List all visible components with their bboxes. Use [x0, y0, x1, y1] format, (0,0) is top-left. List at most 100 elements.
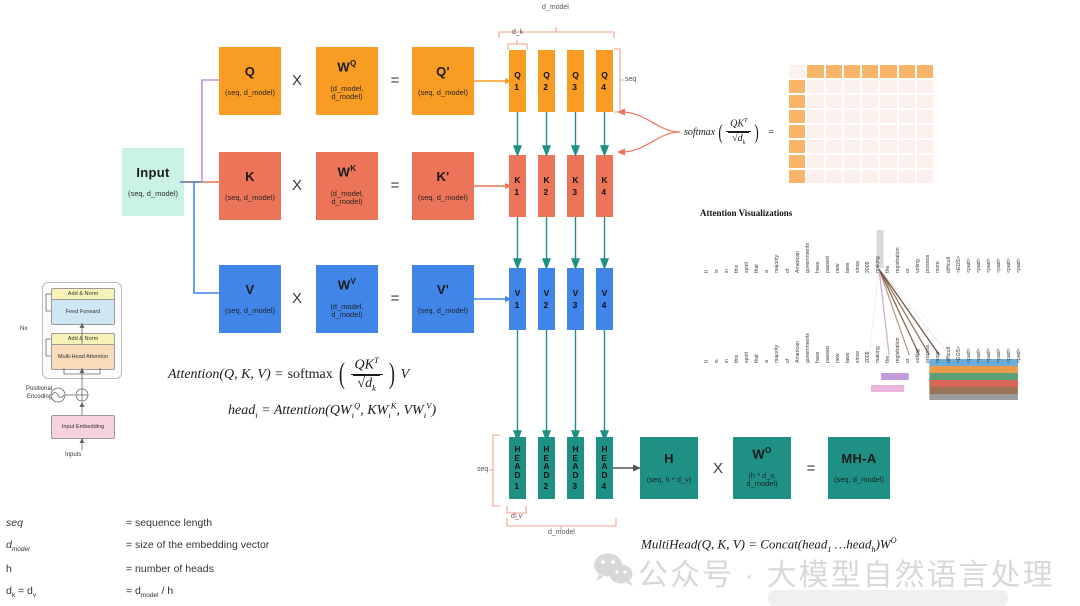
heatmap-cell — [897, 139, 916, 154]
attention-open-paren: ( — [338, 358, 345, 391]
value-result-dims: (seq, d_model) — [417, 306, 469, 316]
legend-row: dk = dv = dmodel / h — [6, 580, 269, 604]
attention-weight-cell — [929, 366, 1018, 373]
query-weight-label: WQ — [337, 59, 357, 75]
attention-token-bottom: registration — [895, 337, 902, 363]
heatmap-cell — [806, 124, 825, 139]
legend-table: seq = sequence length dmodel = size of t… — [6, 512, 269, 604]
mha-output-label: MH-A — [841, 450, 877, 466]
attention-token-bottom: laws — [844, 352, 851, 363]
attention-token-top: American — [794, 251, 801, 273]
heatmap-cell — [788, 79, 807, 94]
heatmap-cell — [915, 64, 934, 79]
attention-token-top: laws — [844, 262, 851, 273]
heatmap-cell — [915, 154, 934, 169]
attention-heatmap — [788, 64, 934, 184]
query-source-label: Q — [244, 63, 256, 79]
legend-def-dmodel: = size of the embedding vector — [126, 539, 270, 551]
concat-dims: (seq, h * d_v) — [646, 475, 692, 485]
heatmap-cell — [806, 64, 825, 79]
legend-term-h: h — [6, 563, 12, 576]
attention-numerator: QKT — [350, 355, 383, 376]
heatmap-cell — [879, 94, 898, 109]
head-i-lhs: headi — [228, 402, 258, 420]
attention-formula-tail: V — [400, 366, 410, 382]
attention-token-top: process — [925, 254, 932, 273]
legend-row: seq = sequence length — [6, 512, 269, 534]
attention-softmax-word: softmax — [287, 366, 333, 382]
attention-denominator: √dk — [353, 375, 380, 393]
heatmap-cell — [788, 109, 807, 124]
legend-def-h: = number of heads — [126, 563, 214, 576]
key-source-label: K — [245, 168, 255, 184]
attention-lines — [868, 230, 1018, 400]
heatmap-cell — [897, 79, 916, 94]
attention-token-top: the — [885, 265, 892, 273]
output-weight-dims: (h * d_v, d_model) — [746, 471, 778, 489]
attention-viz-title: Attention Visualizations — [700, 208, 793, 218]
heatmap-cell — [824, 124, 843, 139]
attention-token-bottom: in — [724, 358, 731, 363]
attention-token-bottom: the — [885, 355, 892, 363]
heatmap-cell — [842, 139, 861, 154]
attention-weight-cell — [929, 394, 1018, 400]
attention-token-top: registration — [895, 247, 902, 273]
attention-token-top: governments — [804, 243, 811, 273]
input-block: Input (seq, d_model) — [122, 148, 184, 216]
key-weight-dims: (d_model, d_model) — [330, 189, 364, 207]
attention-token-top: <pad> — [1005, 258, 1012, 273]
query-mult-symbol: X — [291, 72, 302, 89]
heatmap-cell — [861, 109, 880, 124]
seq-right-label: seq — [625, 76, 637, 83]
query-equals-symbol: = — [390, 72, 400, 89]
key-equals-symbol: = — [390, 177, 400, 194]
legend-def-seq: = sequence length — [126, 517, 213, 529]
attention-token-top: voting — [915, 259, 922, 273]
attention-close-paren: ) — [388, 358, 395, 391]
heatmap-cell — [842, 169, 861, 184]
d-k-top-label: d_k — [512, 29, 524, 36]
q-head-1-label: Q1 — [514, 70, 521, 92]
heatmap-cell — [842, 124, 861, 139]
key-weight-label: WK — [337, 164, 357, 180]
key-result-dims: (seq, d_model) — [417, 193, 469, 203]
mha-output-dims: (seq, d_model) — [833, 475, 885, 485]
query-result-block: Q' (seq, d_model) — [412, 47, 474, 115]
softmax-callout-fn: softmax — [684, 126, 716, 138]
attention-token-bottom: since — [854, 350, 861, 363]
heatmap-cell — [915, 169, 934, 184]
attention-token-top: is — [714, 269, 721, 273]
attention-token-top: making — [875, 256, 882, 273]
heatmap-cell — [842, 154, 861, 169]
heatmap-cell — [824, 79, 843, 94]
attention-token-bottom: voting — [915, 349, 922, 363]
attention-token-bottom: a — [764, 360, 771, 363]
mini-transformer-wires — [45, 293, 101, 450]
heatmap-cell — [915, 109, 934, 124]
attention-token-bottom: that — [754, 354, 761, 363]
attention-weight-cell — [929, 380, 1018, 387]
query-source-block: Q (seq, d_model) — [219, 47, 281, 115]
heatmap-cell — [861, 154, 880, 169]
attention-token-top: 2009 — [865, 261, 871, 273]
value-weight-label: WV — [337, 277, 357, 293]
query-source-dims: (seq, d_model) — [224, 88, 276, 98]
heatmap-cell — [824, 169, 843, 184]
concat-block: H (seq, h * d_v) — [640, 437, 698, 499]
heatmap-cell — [806, 169, 825, 184]
attention-token-top: have — [814, 261, 821, 273]
legend-def-dk: = dmodel / h — [126, 585, 174, 600]
heatmap-cell — [915, 124, 934, 139]
diagram-canvas: Input (seq, d_model) Q (seq, d_model) X … — [0, 0, 1080, 606]
attention-token-top: <EOS> — [955, 255, 962, 273]
attention-token-bottom: more — [935, 351, 942, 363]
attention-link — [878, 268, 960, 356]
heatmap-cell — [788, 169, 807, 184]
attention-token-top: <pad> — [965, 258, 972, 273]
value-source-block: V (seq, d_model) — [219, 265, 281, 333]
attention-token-bottom: new — [834, 353, 841, 363]
attention-token-top: of — [784, 268, 791, 273]
attention-token-top: difficult — [945, 256, 952, 273]
watermark-text: 公众号 · 大模型自然语言处理 — [638, 559, 1055, 592]
bottom-grey-bar — [768, 590, 1008, 606]
